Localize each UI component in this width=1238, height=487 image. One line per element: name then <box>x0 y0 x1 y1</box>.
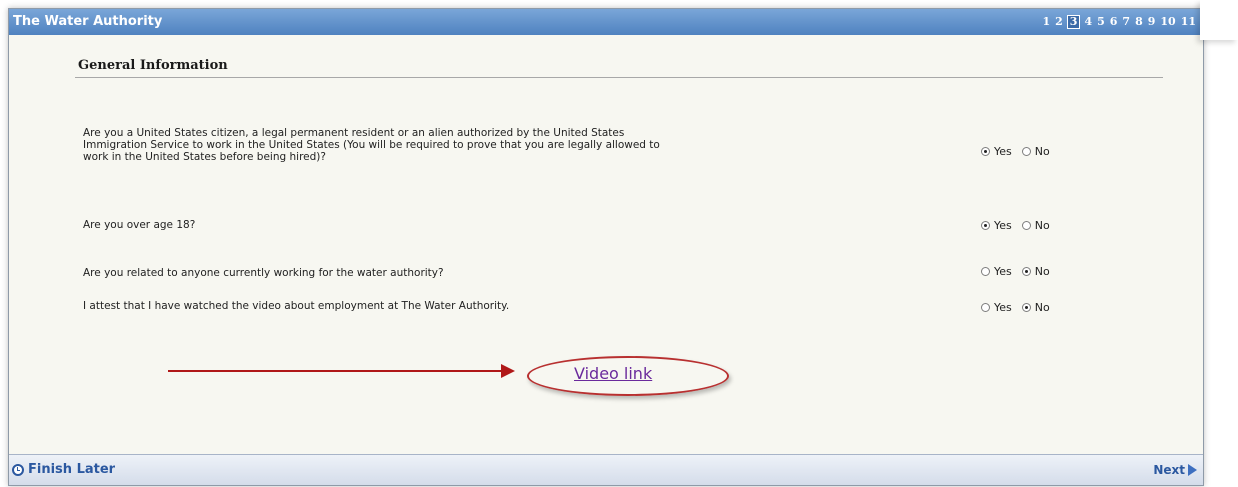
page-corner <box>1200 0 1238 40</box>
question-citizenship: Are you a United States citizen, a legal… <box>83 127 660 163</box>
annotation-arrow-line <box>168 370 505 372</box>
footer-bar: Finish Later Next <box>9 454 1203 485</box>
answer-age: Yes No <box>981 219 1056 232</box>
section-divider <box>75 77 1163 78</box>
question-video-attest: I attest that I have watched the video a… <box>83 300 510 312</box>
page-5-link[interactable]: 5 <box>1096 15 1106 29</box>
radio-label-yes: Yes <box>994 145 1012 158</box>
app-title: The Water Authority <box>13 14 163 29</box>
radio-label-yes: Yes <box>994 301 1012 314</box>
application-form-window: The Water Authority 1 2 3 4 5 6 7 8 9 10… <box>8 8 1204 486</box>
finish-later-label: Finish Later <box>28 462 116 477</box>
next-button[interactable]: Next <box>1153 463 1197 477</box>
question-age: Are you over age 18? <box>83 219 196 231</box>
radio-video-yes[interactable] <box>981 303 990 312</box>
page-2-link[interactable]: 2 <box>1054 15 1064 29</box>
radio-label-yes: Yes <box>994 265 1012 278</box>
radio-video-no[interactable] <box>1021 303 1031 312</box>
page-7-link[interactable]: 7 <box>1121 15 1131 29</box>
radio-related-no[interactable] <box>1021 267 1031 276</box>
answer-related: Yes No <box>981 265 1056 278</box>
page-1-link[interactable]: 1 <box>1041 15 1051 29</box>
radio-related-yes[interactable] <box>981 267 990 276</box>
page-6-link[interactable]: 6 <box>1109 15 1119 29</box>
section-title: General Information <box>78 58 228 73</box>
arrow-right-icon <box>1188 464 1197 476</box>
answer-citizenship: Yes No <box>981 145 1056 158</box>
page-8-link[interactable]: 8 <box>1134 15 1144 29</box>
radio-citizenship-no[interactable] <box>1021 147 1031 156</box>
answer-video-attest: Yes No <box>981 301 1056 314</box>
page-9-link[interactable]: 9 <box>1147 15 1157 29</box>
clock-icon <box>12 463 24 476</box>
page-navigator: 1 2 3 4 5 6 7 8 9 10 11 <box>1041 15 1197 29</box>
page-4-link[interactable]: 4 <box>1083 15 1093 29</box>
page-11-link[interactable]: 11 <box>1180 15 1197 29</box>
question-related: Are you related to anyone currently work… <box>83 267 444 279</box>
header-bar: The Water Authority 1 2 3 4 5 6 7 8 9 10… <box>9 9 1203 35</box>
radio-label-no: No <box>1034 265 1050 278</box>
next-label: Next <box>1153 463 1185 477</box>
radio-label-no: No <box>1034 219 1050 232</box>
radio-label-yes: Yes <box>994 219 1012 232</box>
annotation-arrowhead-icon <box>501 364 515 378</box>
finish-later-button[interactable]: Finish Later <box>12 462 115 477</box>
radio-age-yes[interactable] <box>981 221 990 230</box>
radio-citizenship-yes[interactable] <box>981 147 990 156</box>
page-3-current[interactable]: 3 <box>1066 15 1081 29</box>
radio-age-no[interactable] <box>1021 221 1031 230</box>
video-link[interactable]: Video link <box>574 364 652 383</box>
radio-label-no: No <box>1034 301 1050 314</box>
page-10-link[interactable]: 10 <box>1159 15 1176 29</box>
radio-label-no: No <box>1034 145 1050 158</box>
